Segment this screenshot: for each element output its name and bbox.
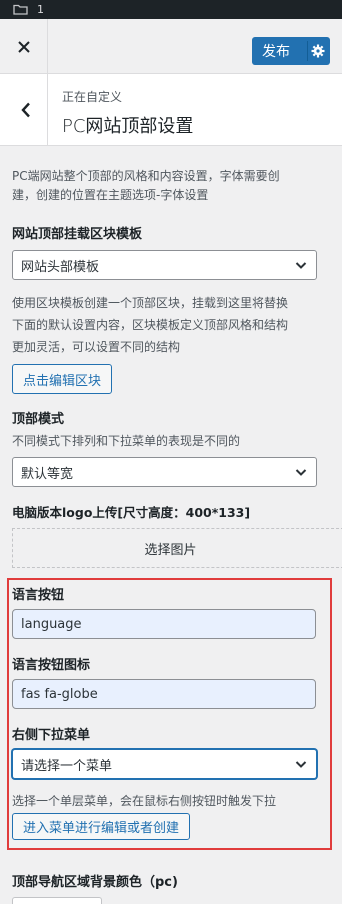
section-description: PC端网站整个顶部的风格和内容设置，字体需要创 建，创建的位置在主题选项-字体设… [12,167,337,205]
top-mode-value: 默认等宽 [21,466,74,482]
header-template-title: 网站顶部挂载区块模板 [12,227,143,242]
chevron-down-icon [295,469,307,476]
description-line: 更加灵活，可以设置不同的结构 [12,340,181,354]
chevron-down-icon [295,761,307,768]
section-description-line: PC端网站整个顶部的风格和内容设置，字体需要创 [12,169,280,183]
description-line: 下面的默认设置内容，区块模板定义顶部风格和结构 [12,318,289,332]
chevron-down-icon [295,262,307,269]
header-template-select[interactable]: 网站头部模板 [12,250,317,280]
language-icon-title: 语言按钮图标 [12,658,91,673]
color-picker-button[interactable] [12,897,102,904]
language-button-title: 语言按钮 [12,588,65,603]
publish-settings-button[interactable] [307,41,327,61]
language-button-input[interactable]: language [12,609,316,639]
right-menu-description: 选择一个单层菜单，会在鼠标右侧按钮时触发下拉 [12,794,277,808]
customizing-label: 正在自定义 [62,90,123,104]
section-title: PC网站顶部设置 [62,116,194,137]
nav-bg-color-title: 顶部导航区域背景颜色（pc) [12,875,178,890]
top-mode-title: 顶部模式 [12,412,65,427]
close-customizer-button[interactable] [0,19,48,74]
description-line: 使用区块模板创建一个顶部区块，挂载到这里将替换 [12,296,289,310]
folder-icon [13,4,28,15]
edit-block-button[interactable]: 点击编辑区块 [12,364,113,394]
publish-label: 发布 [262,44,290,60]
section-description-line: 建，创建的位置在主题选项-字体设置 [12,188,209,202]
language-button-value: language [21,616,82,632]
logo-upload-title: 电脑版本logo上传[尺寸高度：400*133] [12,505,251,520]
language-icon-input[interactable]: fas fa-globe [12,679,316,709]
top-mode-description: 不同模式下排列和下拉菜单的表现是不同的 [12,434,241,448]
header-template-description: 使用区块模板创建一个顶部区块，挂载到这里将替换 下面的默认设置内容，区块模板定义… [12,292,337,358]
top-mode-select[interactable]: 默认等宽 [12,457,317,487]
publish-button[interactable]: 发布 [252,37,330,65]
select-image-button[interactable]: 选择图片 [12,528,342,568]
close-icon [17,40,30,53]
right-menu-value: 请选择一个菜单 [21,758,113,774]
admin-top-strip: 1 [0,0,342,19]
right-menu-select[interactable]: 请选择一个菜单 [12,749,317,779]
right-menu-title: 右侧下拉菜单 [12,728,91,743]
edit-menu-button[interactable]: 进入菜单进行编辑或者创建 [12,813,191,840]
customizer-header-actions: 发布 [0,19,342,74]
section-header: 正在自定义 PC网站顶部设置 [0,74,342,146]
chevron-left-icon [20,102,30,118]
language-icon-value: fas fa-globe [21,686,98,702]
gear-icon [311,44,324,58]
header-template-value: 网站头部模板 [21,259,100,275]
back-button[interactable] [0,74,48,146]
folder-count: 1 [37,3,44,16]
